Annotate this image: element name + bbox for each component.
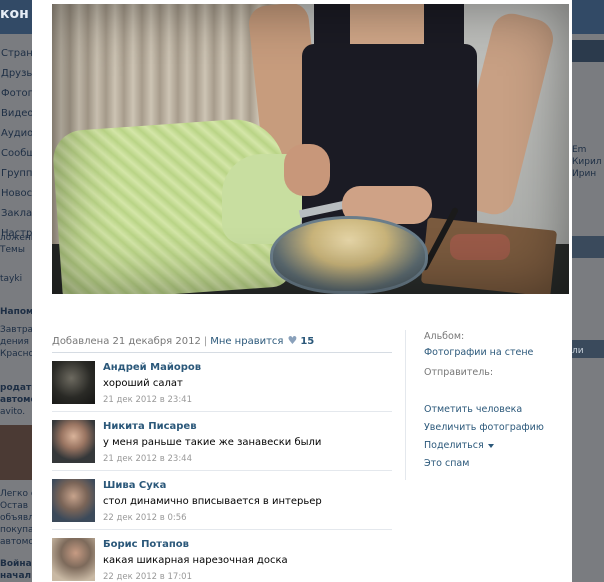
- background-text: Темы: [0, 245, 25, 255]
- background-nav: Страни Друзья Фотогр Видео Аудио Сообщ Г…: [0, 44, 32, 244]
- photo-side-panel: Альбом: Фотографии на стене Отправитель:…: [405, 330, 555, 480]
- comment-text: хороший салат: [103, 378, 183, 389]
- comment-text: у меня раньше такие же занавески были: [103, 437, 322, 448]
- background-page-left: кон Страни Друзья Фотогр Видео Аудио Соо…: [0, 0, 32, 582]
- background-block: Завтра дения К Красно: [0, 324, 32, 360]
- background-text: объявле: [0, 513, 32, 523]
- photo-viewer: Добавлена 21 декабря 2012 | Мне нравится ♥ 1…: [32, 0, 572, 582]
- background-text: ложени: [0, 233, 32, 243]
- tag-person-link[interactable]: Отметить человека: [424, 401, 544, 419]
- album-label: Альбом:: [424, 331, 465, 342]
- background-text: Ирин: [572, 169, 597, 179]
- background-nav-item: Заклад: [1, 208, 32, 219]
- like-count[interactable]: 15: [300, 336, 314, 347]
- background-text: Завтра: [0, 325, 32, 335]
- background-block: Война начал: [0, 558, 32, 582]
- comment: Борис Потапов какая шикарная нарезочная …: [52, 529, 392, 582]
- share-link[interactable]: Поделиться: [424, 437, 544, 455]
- background-text: автомо: [0, 395, 32, 405]
- background-text: Напоми: [0, 307, 32, 317]
- background-text: Легко с А: [0, 489, 32, 499]
- comments-list: Андрей Майоров хороший салат 21 дек 2012…: [52, 352, 392, 582]
- background-text: покупа: [0, 525, 32, 535]
- background-text: Война: [0, 559, 32, 569]
- background-text: Остав: [0, 501, 29, 511]
- share-label[interactable]: Поделиться: [424, 440, 484, 451]
- comment-author[interactable]: Шива Сука: [103, 479, 388, 493]
- photo-actions: Отметить человека Увеличить фотографию П…: [424, 401, 544, 473]
- comment-body: Андрей Майоров хороший салат 21 дек 2012…: [103, 361, 388, 407]
- background-text: ли: [572, 346, 584, 356]
- background-header-right: [572, 0, 604, 34]
- background-text: tayki: [0, 274, 23, 284]
- background-nav-item: Страни: [1, 48, 32, 59]
- chevron-down-icon[interactable]: [487, 443, 494, 448]
- comment: Никита Писарев у меня раньше такие же за…: [52, 411, 392, 470]
- background-block: Em Кирил Ирин: [572, 144, 604, 180]
- background-nav-item: Видео: [1, 108, 32, 119]
- comment-body: Борис Потапов какая шикарная нарезочная …: [103, 538, 388, 582]
- album-info: Альбом: Фотографии на стене: [424, 330, 533, 362]
- background-text: avito.: [0, 407, 26, 417]
- sender-label: Отправитель:: [424, 367, 494, 378]
- heart-icon[interactable]: ♥: [287, 334, 297, 347]
- background-block: родать автомо avito.: [0, 382, 32, 418]
- comment-date[interactable]: 21 дек 2012 в 23:44: [103, 452, 388, 466]
- background-block: tayki: [0, 273, 32, 285]
- background-nav-item: Новост: [1, 188, 32, 199]
- sender-info: Отправитель:: [424, 366, 493, 380]
- report-spam-link[interactable]: Это спам: [424, 455, 544, 473]
- comment-author[interactable]: Андрей Майоров: [103, 361, 388, 375]
- background-text: дения К: [0, 337, 32, 347]
- photo-meta: Добавлена 21 декабря 2012 | Мне нравится ♥ 1…: [52, 334, 314, 347]
- avatar[interactable]: [52, 479, 95, 522]
- background-page-right: Em Кирил Ирин ли: [572, 0, 604, 582]
- added-date: Добавлена 21 декабря 2012: [52, 336, 201, 347]
- comment-date[interactable]: 21 дек 2012 в 23:41: [103, 393, 388, 407]
- avatar[interactable]: [52, 361, 95, 404]
- background-text: Красно: [0, 349, 32, 359]
- avatar[interactable]: [52, 538, 95, 581]
- background-nav-item: Аудио: [1, 128, 32, 139]
- background-block: ли: [572, 345, 604, 357]
- background-ad-image: [0, 425, 32, 480]
- like-button[interactable]: Мне нравится: [210, 336, 283, 347]
- background-block: Легко с А Остав объявле покупа автомо: [0, 488, 32, 548]
- background-logo: кон: [0, 6, 29, 22]
- enlarge-photo-link[interactable]: Увеличить фотографию: [424, 419, 544, 437]
- background-avatar: [572, 40, 604, 62]
- background-header: кон: [0, 0, 32, 34]
- photo[interactable]: [52, 4, 569, 294]
- comment-text: какая шикарная нарезочная доска: [103, 555, 288, 566]
- background-block: ложени Темы: [0, 232, 32, 256]
- background-block: Напоми: [0, 306, 32, 318]
- background-nav-item: Фотогр: [1, 88, 32, 99]
- comment: Шива Сука стол динамично вписывается в и…: [52, 470, 392, 529]
- comment: Андрей Майоров хороший салат 21 дек 2012…: [52, 352, 392, 411]
- album-link[interactable]: Фотографии на стене: [424, 344, 533, 362]
- comment-author[interactable]: Борис Потапов: [103, 538, 388, 552]
- photo-vignette: [52, 4, 569, 294]
- comment-date[interactable]: 22 дек 2012 в 0:56: [103, 511, 388, 525]
- comment-body: Никита Писарев у меня раньше такие же за…: [103, 420, 388, 466]
- comment-body: Шива Сука стол динамично вписывается в и…: [103, 479, 388, 525]
- comment-author[interactable]: Никита Писарев: [103, 420, 388, 434]
- background-nav-item: Сообщ: [1, 148, 32, 159]
- comment-date[interactable]: 22 дек 2012 в 17:01: [103, 570, 388, 582]
- background-nav-item: Друзья: [1, 68, 32, 79]
- avatar[interactable]: [52, 420, 95, 463]
- background-text: Кирил: [572, 157, 602, 167]
- background-nav-item: Группы: [1, 168, 32, 179]
- background-text: родать: [0, 383, 32, 393]
- background-text: Em: [572, 145, 587, 155]
- background-text: автомо: [0, 537, 32, 547]
- comment-text: стол динамично вписывается в интерьер: [103, 496, 322, 507]
- background-text: начал: [0, 571, 32, 581]
- background-bar: [572, 236, 604, 258]
- meta-separator: |: [203, 336, 208, 347]
